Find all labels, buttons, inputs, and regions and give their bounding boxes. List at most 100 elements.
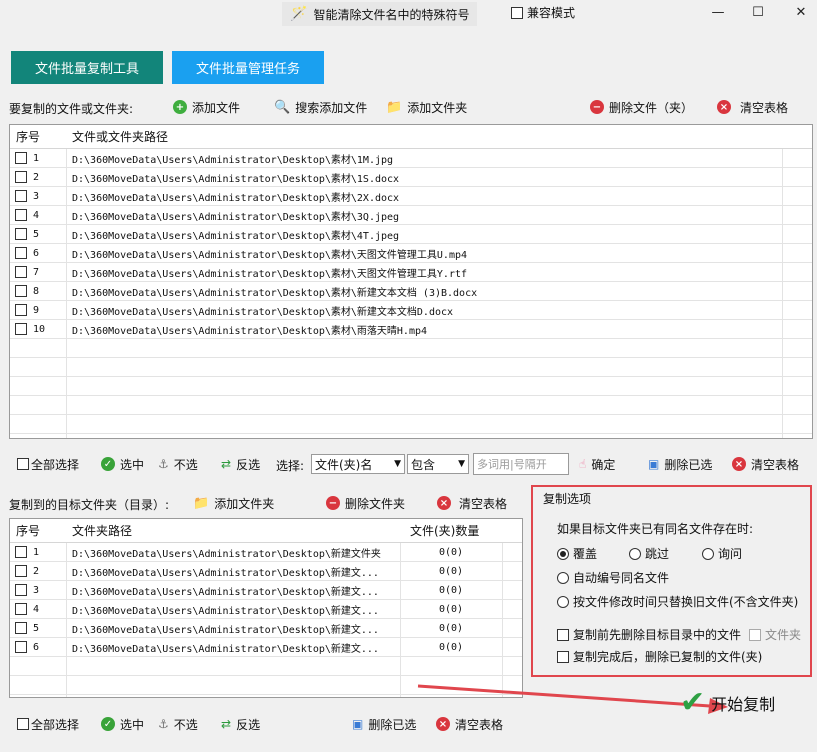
deselect-button[interactable]: ⚓ 不选: [158, 454, 198, 474]
add-file-button[interactable]: + 添加文件: [173, 97, 240, 117]
compat-mode-checkbox[interactable]: 兼容模式: [511, 4, 575, 21]
keyword-input[interactable]: 多词用|号隔开: [473, 453, 569, 475]
target-select-button[interactable]: ✓ 选中: [101, 714, 144, 734]
table-row[interactable]: 3 D:\360MoveData\Users\Administrator\Desk…: [10, 187, 812, 206]
table-row[interactable]: 6 D:\360MoveData\Users\Administrator\Desk…: [10, 638, 522, 657]
table-row[interactable]: 2 D:\360MoveData\Users\Administrator\Desk…: [10, 168, 812, 187]
clear-table-button[interactable]: × 清空表格: [717, 97, 788, 117]
checkbox-icon[interactable]: [557, 628, 569, 641]
radio-icon[interactable]: [557, 595, 569, 608]
checkbox-icon[interactable]: [15, 228, 27, 240]
shuffle-icon: ⇄: [221, 717, 232, 731]
checkbox-icon[interactable]: [15, 285, 27, 297]
checkbox-icon[interactable]: [15, 641, 27, 653]
table-row[interactable]: 9 D:\360MoveData\Users\Administrator\Desk…: [10, 301, 812, 320]
table-row[interactable]: 3 D:\360MoveData\Users\Administrator\Desk…: [10, 581, 522, 600]
row-path-cell: D:\360MoveData\Users\Administrator\Deskt…: [72, 624, 379, 636]
table-row[interactable]: 1 D:\360MoveData\Users\Administrator\Desk…: [10, 149, 812, 168]
checkbox-icon[interactable]: [15, 622, 27, 634]
row-count-cell: 0(0): [438, 565, 464, 577]
select-button[interactable]: ✓ 选中: [101, 454, 144, 474]
folder-checkbox[interactable]: 文件夹: [749, 626, 801, 643]
clear-target-table-button[interactable]: × 清空表格: [437, 493, 507, 513]
delete-before-copy-checkbox[interactable]: 复制前先删除目标目录中的文件: [557, 626, 741, 643]
table-row[interactable]: 1 D:\360MoveData\Users\Administrator\Desk…: [10, 543, 522, 562]
checkbox-icon[interactable]: [511, 6, 523, 19]
checkbox-icon[interactable]: [17, 718, 29, 730]
table-row[interactable]: 4 D:\360MoveData\Users\Administrator\Desk…: [10, 600, 522, 619]
delete-file-folder-button[interactable]: − 删除文件（夹）: [590, 97, 693, 117]
table-row[interactable]: 10 D:\360MoveData\Users\Administrator\Des…: [10, 320, 812, 339]
clear-table-button-2[interactable]: × 清空表格: [732, 454, 799, 474]
folder-plus-icon: 📁: [193, 495, 210, 511]
table-header: 序号 文件或文件夹路径: [10, 125, 812, 149]
target-delete-selected-button[interactable]: ▣ 删除已选: [352, 714, 416, 734]
table-row[interactable]: 7 D:\360MoveData\Users\Administrator\Desk…: [10, 263, 812, 282]
row-index-cell: 10: [10, 323, 66, 335]
checkbox-icon[interactable]: [15, 584, 27, 596]
checkbox-icon[interactable]: [15, 209, 27, 221]
delete-target-folder-button[interactable]: − 删除文件夹: [326, 493, 405, 513]
row-count-cell: 0(0): [438, 641, 464, 653]
tab-batch-manage[interactable]: 文件批量管理任务: [172, 51, 324, 84]
checkbox-icon[interactable]: [15, 603, 27, 615]
table-row[interactable]: 8 D:\360MoveData\Users\Administrator\Desk…: [10, 282, 812, 301]
invert-button[interactable]: ⇄ 反选: [221, 454, 260, 474]
anchor-icon: ⚓: [158, 717, 169, 731]
field-dropdown[interactable]: 文件(夹)名 ▼: [311, 454, 405, 474]
checkbox-icon[interactable]: [15, 323, 27, 335]
checkbox-icon[interactable]: [15, 546, 27, 558]
radio-icon[interactable]: [557, 571, 569, 584]
row-path-cell: D:\360MoveData\Users\Administrator\Deskt…: [72, 211, 400, 223]
target-deselect-button[interactable]: ⚓ 不选: [158, 714, 198, 734]
auto-number-radio[interactable]: 自动编号同名文件: [557, 569, 669, 586]
radio-selected-icon[interactable]: [557, 547, 569, 560]
target-section-label: 复制到的目标文件夹（目录）:: [9, 498, 170, 512]
empty-row: [10, 415, 812, 434]
checkbox-icon[interactable]: [749, 628, 761, 641]
row-path-cell: D:\360MoveData\Users\Administrator\Deskt…: [72, 287, 478, 299]
green-check-icon: ✔: [680, 685, 706, 720]
checkbox-icon[interactable]: [15, 565, 27, 577]
checkbox-icon[interactable]: [15, 266, 27, 278]
match-dropdown[interactable]: 包含 ▼: [407, 454, 469, 474]
table-row[interactable]: 5 D:\360MoveData\Users\Administrator\Desk…: [10, 619, 522, 638]
table-row[interactable]: 5 D:\360MoveData\Users\Administrator\Desk…: [10, 225, 812, 244]
skip-radio[interactable]: 跳过: [629, 545, 669, 562]
minus-icon: −: [326, 496, 340, 510]
empty-row: [10, 377, 812, 396]
table-row[interactable]: 6 D:\360MoveData\Users\Administrator\Desk…: [10, 244, 812, 263]
add-target-folder-button[interactable]: 📁 添加文件夹: [193, 493, 274, 513]
table-row[interactable]: 2 D:\360MoveData\Users\Administrator\Desk…: [10, 562, 522, 581]
checkbox-icon[interactable]: [15, 304, 27, 316]
checkbox-icon[interactable]: [15, 171, 27, 183]
radio-icon[interactable]: [629, 547, 641, 560]
table-row[interactable]: 4 D:\360MoveData\Users\Administrator\Desk…: [10, 206, 812, 225]
overwrite-radio[interactable]: 覆盖: [557, 545, 597, 562]
checkbox-icon[interactable]: [15, 190, 27, 202]
delete-selected-button[interactable]: ▣ 删除已选: [648, 454, 712, 474]
replace-by-time-radio[interactable]: 按文件修改时间只替换旧文件(不含文件夹): [557, 593, 798, 610]
source-file-table[interactable]: 序号 文件或文件夹路径 1 D:\360MoveData\Users\Admini…: [9, 124, 813, 439]
add-folder-button[interactable]: 📁 添加文件夹: [386, 97, 467, 117]
checkbox-icon[interactable]: [15, 247, 27, 259]
maximize-button[interactable]: ☐: [744, 3, 772, 21]
confirm-button[interactable]: ☝ 确定: [579, 454, 615, 474]
tab-batch-copy[interactable]: 文件批量复制工具: [11, 51, 163, 84]
radio-icon[interactable]: [702, 547, 714, 560]
row-index-cell: 3: [10, 190, 66, 202]
delete-after-copy-checkbox[interactable]: 复制完成后，删除已复制的文件(夹): [557, 648, 762, 665]
target-select-all-checkbox[interactable]: 全部选择: [17, 714, 79, 734]
target-folder-table[interactable]: 序号 文件夹路径 文件(夹)数量 1 D:\360MoveData\Users\A…: [9, 518, 523, 698]
checkbox-icon[interactable]: [15, 152, 27, 164]
row-path-cell: D:\360MoveData\Users\Administrator\Deskt…: [72, 173, 400, 185]
minimize-button[interactable]: —: [704, 3, 732, 21]
select-all-checkbox[interactable]: 全部选择: [17, 454, 79, 474]
checkbox-icon[interactable]: [557, 650, 569, 663]
close-button[interactable]: ✕: [787, 3, 815, 21]
target-invert-button[interactable]: ⇄ 反选: [221, 714, 260, 734]
start-copy-button[interactable]: ✔ 开始复制: [680, 688, 775, 718]
search-add-file-button[interactable]: 🔍 搜索添加文件: [274, 97, 367, 117]
checkbox-icon[interactable]: [17, 458, 29, 470]
ask-radio[interactable]: 询问: [702, 545, 742, 562]
